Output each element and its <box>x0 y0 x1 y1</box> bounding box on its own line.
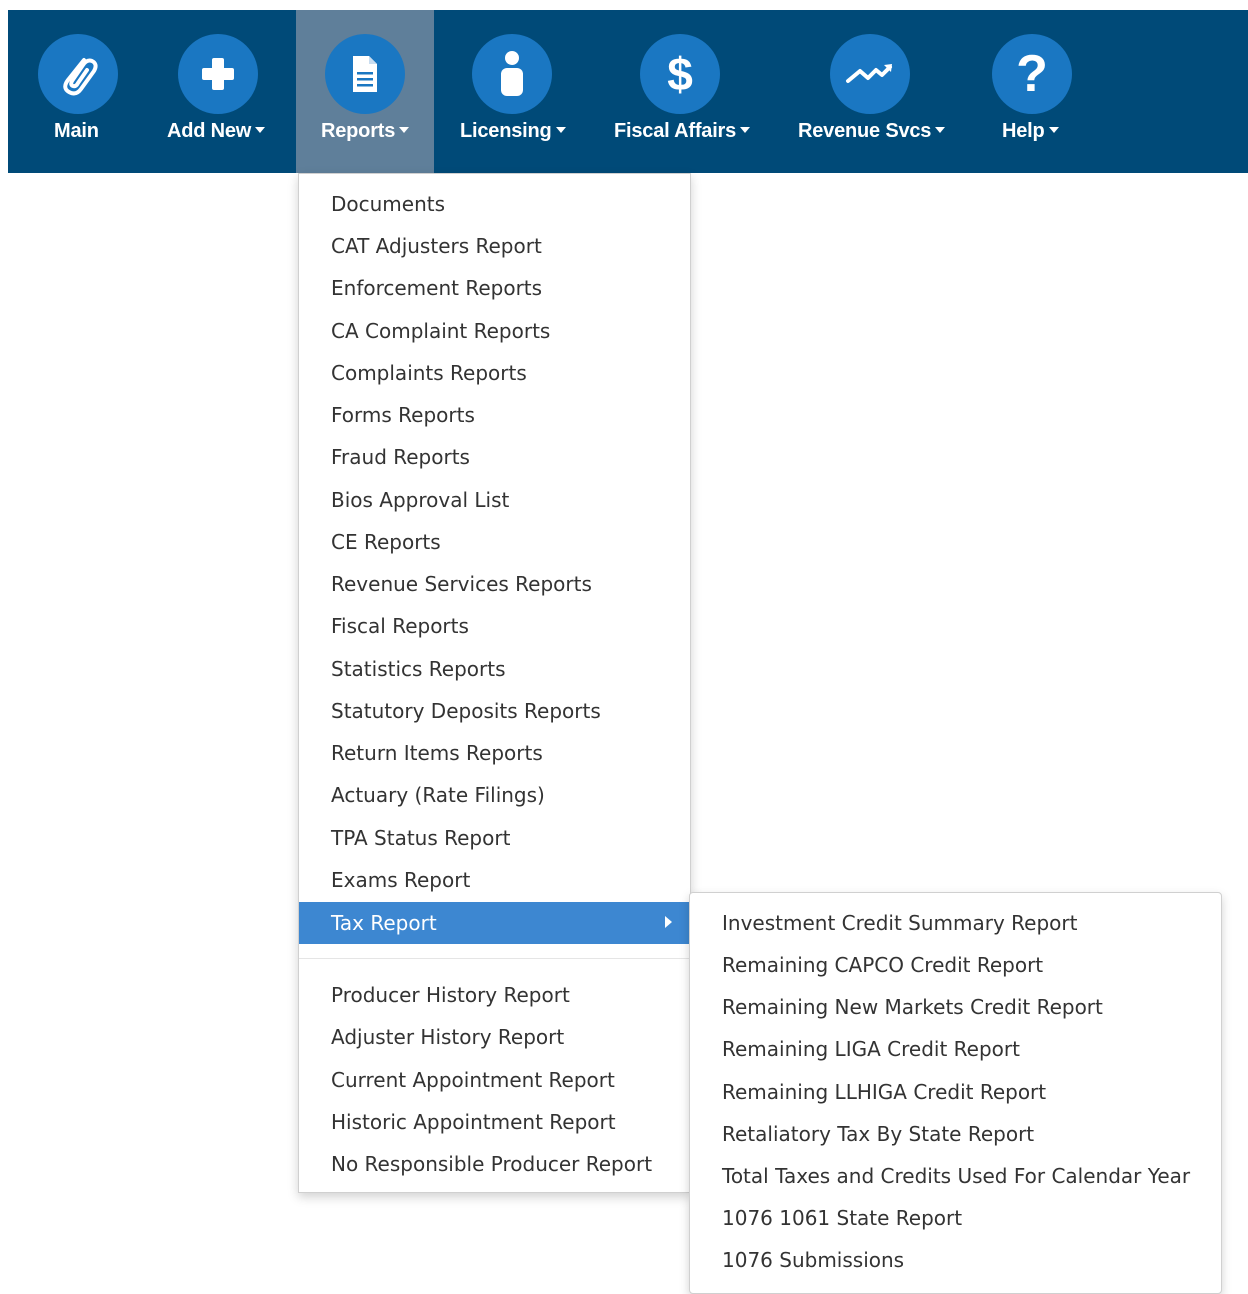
nav-main[interactable]: Main <box>8 10 148 173</box>
menu-item-ce-reports[interactable]: CE Reports <box>299 522 690 562</box>
menu-item-statistics-reports[interactable]: Statistics Reports <box>299 649 690 689</box>
caret-down-icon <box>1048 126 1059 133</box>
paperclip-icon <box>38 34 118 114</box>
menu-item-fiscal-reports[interactable]: Fiscal Reports <box>299 606 690 646</box>
submenu-item-1076-1061-state-report[interactable]: 1076 1061 State Report <box>690 1198 1221 1238</box>
nav-fiscal-affairs-label: Fiscal Affairs <box>614 120 737 142</box>
dollar-icon: $ <box>640 34 720 114</box>
menu-item-fraud-reports[interactable]: Fraud Reports <box>299 437 690 477</box>
caret-down-icon <box>935 126 946 133</box>
caret-down-icon <box>740 126 751 133</box>
person-icon <box>472 34 552 114</box>
menu-item-ca-complaint-reports[interactable]: CA Complaint Reports <box>299 311 690 351</box>
plus-icon <box>178 34 258 114</box>
nav-fiscal-affairs[interactable]: $ Fiscal Affairs <box>598 10 766 173</box>
menu-item-documents[interactable]: Documents <box>299 184 690 224</box>
menu-item-forms-reports[interactable]: Forms Reports <box>299 395 690 435</box>
top-navbar: Main Add New Reports Licensing $ Fiscal … <box>8 10 1248 173</box>
nav-main-label: Main <box>54 120 99 142</box>
nav-reports-label: Reports <box>321 120 396 142</box>
caret-down-icon <box>555 126 566 133</box>
nav-reports[interactable]: Reports <box>296 10 434 173</box>
submenu-item-remaining-capco-credit-report[interactable]: Remaining CAPCO Credit Report <box>690 945 1221 985</box>
menu-item-historic-appointment-report[interactable]: Historic Appointment Report <box>299 1102 690 1142</box>
menu-item-producer-history-report[interactable]: Producer History Report <box>299 975 690 1015</box>
submenu-item-remaining-llhiga-credit-report[interactable]: Remaining LLHIGA Credit Report <box>690 1072 1221 1112</box>
nav-add-new-label: Add New <box>167 120 252 142</box>
nav-help[interactable]: ? Help <box>970 10 1100 173</box>
submenu-arrow-icon <box>665 916 672 928</box>
nav-help-label: Help <box>1002 120 1045 142</box>
menu-item-complaints-reports[interactable]: Complaints Reports <box>299 353 690 393</box>
menu-item-adjuster-history-report[interactable]: Adjuster History Report <box>299 1017 690 1057</box>
menu-item-statutory-deposits-reports[interactable]: Statutory Deposits Reports <box>299 691 690 731</box>
menu-item-tax-report-label: Tax Report <box>331 911 437 935</box>
nav-licensing-label: Licensing <box>460 120 552 142</box>
menu-item-no-responsible-producer-report[interactable]: No Responsible Producer Report <box>299 1144 690 1184</box>
submenu-item-1076-submissions[interactable]: 1076 Submissions <box>690 1240 1221 1280</box>
menu-item-tpa-status-report[interactable]: TPA Status Report <box>299 818 690 858</box>
menu-item-exams-report[interactable]: Exams Report <box>299 860 690 900</box>
submenu-item-investment-credit-summary-report[interactable]: Investment Credit Summary Report <box>690 903 1221 943</box>
nav-revenue-svcs[interactable]: Revenue Svcs <box>784 10 952 173</box>
menu-divider <box>299 958 690 959</box>
menu-item-enforcement-reports[interactable]: Enforcement Reports <box>299 268 690 308</box>
nav-revenue-svcs-label: Revenue Svcs <box>798 120 932 142</box>
nav-licensing[interactable]: Licensing <box>448 10 578 173</box>
submenu-item-remaining-liga-credit-report[interactable]: Remaining LIGA Credit Report <box>690 1029 1221 1069</box>
nav-add-new[interactable]: Add New <box>148 10 296 173</box>
menu-item-bios-approval-list[interactable]: Bios Approval List <box>299 480 690 520</box>
submenu-item-retaliatory-tax-by-state-report[interactable]: Retaliatory Tax By State Report <box>690 1114 1221 1154</box>
menu-item-cat-adjusters-report[interactable]: CAT Adjusters Report <box>299 226 690 266</box>
menu-item-tax-report[interactable]: Tax Report <box>299 902 690 944</box>
question-icon: ? <box>992 34 1072 114</box>
trend-icon <box>830 34 910 114</box>
submenu-item-total-taxes-and-credits[interactable]: Total Taxes and Credits Used For Calenda… <box>690 1156 1221 1196</box>
menu-item-revenue-services-reports[interactable]: Revenue Services Reports <box>299 564 690 604</box>
caret-down-icon <box>399 126 410 133</box>
tax-report-submenu: Investment Credit Summary Report Remaini… <box>689 892 1222 1294</box>
menu-item-actuary-rate-filings[interactable]: Actuary (Rate Filings) <box>299 775 690 815</box>
document-icon <box>325 34 405 114</box>
menu-item-return-items-reports[interactable]: Return Items Reports <box>299 733 690 773</box>
reports-dropdown-menu: Documents CAT Adjusters Report Enforceme… <box>298 173 691 1193</box>
caret-down-icon <box>255 126 266 133</box>
submenu-item-remaining-new-markets-credit-report[interactable]: Remaining New Markets Credit Report <box>690 987 1221 1027</box>
menu-item-current-appointment-report[interactable]: Current Appointment Report <box>299 1060 690 1100</box>
